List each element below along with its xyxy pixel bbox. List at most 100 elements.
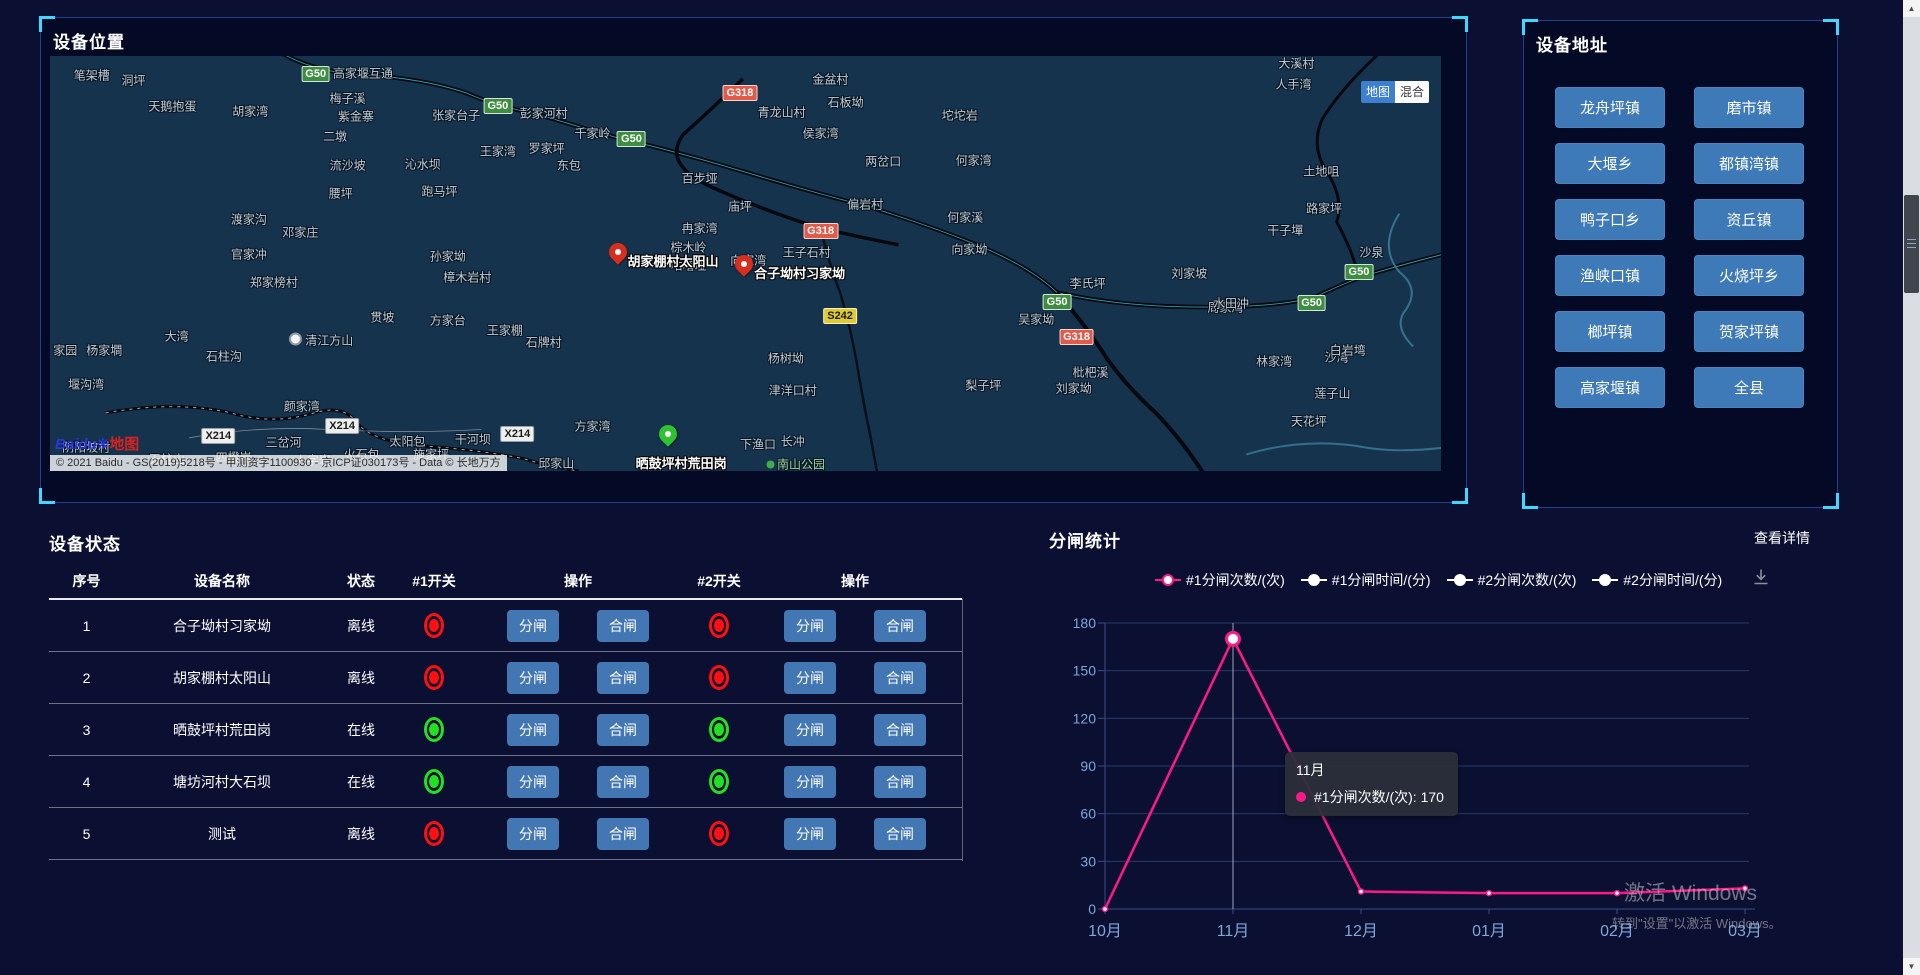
- address-button[interactable]: 全县: [1694, 367, 1804, 408]
- address-button[interactable]: 贺家坪镇: [1694, 311, 1804, 352]
- map-place-label: 人手湾: [1276, 75, 1312, 92]
- map-type-control: 地图 混合: [1361, 81, 1429, 103]
- legend-dot: [1162, 574, 1174, 586]
- close-switch-button[interactable]: 合闸: [874, 818, 926, 850]
- address-button[interactable]: 龙舟坪镇: [1555, 87, 1665, 128]
- address-button[interactable]: 都镇湾镇: [1694, 143, 1804, 184]
- scrollbar-thumb[interactable]: [1904, 195, 1919, 293]
- table-row: 4塘坊河村大石坝在线分闸合闸分闸合闸: [49, 756, 962, 808]
- address-button[interactable]: 榔坪镇: [1555, 311, 1665, 352]
- switch1-ops-cell: 分闸 合闸: [466, 610, 690, 642]
- legend-item[interactable]: #2分闸时间/(分): [1592, 570, 1722, 590]
- address-button[interactable]: 磨市镇: [1694, 87, 1804, 128]
- open-switch-button[interactable]: 分闸: [507, 766, 559, 798]
- map-place-label: 刘家坡: [1171, 265, 1207, 282]
- open-switch-button[interactable]: 分闸: [784, 714, 836, 746]
- scrollbar-up-arrow[interactable]: ▲: [1903, 0, 1920, 17]
- map-place-label: 笔架槽: [74, 67, 110, 84]
- map-type-button-hybrid[interactable]: 混合: [1395, 81, 1429, 103]
- map-place-label: 大溪村: [1278, 56, 1314, 72]
- map-place-label: 渡家沟: [231, 211, 267, 228]
- map-place-label: 林家湾: [1256, 353, 1292, 370]
- map-place-label: 颜家湾: [284, 397, 320, 414]
- open-switch-button[interactable]: 分闸: [507, 818, 559, 850]
- open-switch-button[interactable]: 分闸: [784, 662, 836, 694]
- close-switch-button[interactable]: 合闸: [874, 714, 926, 746]
- legend-item[interactable]: #1分闸次数/(次): [1155, 570, 1285, 590]
- open-switch-button[interactable]: 分闸: [507, 662, 559, 694]
- close-switch-button[interactable]: 合闸: [597, 662, 649, 694]
- table-row: 3晒鼓坪村荒田岗在线分闸合闸分闸合闸: [49, 704, 962, 756]
- download-icon[interactable]: [1751, 567, 1771, 592]
- map-place-label: 莲子山: [1314, 384, 1350, 401]
- map-place-label: 坨坨岩: [942, 106, 978, 123]
- map-place-label: 梅子溪: [330, 89, 366, 106]
- map-place-label: 胡家湾: [232, 102, 268, 119]
- close-switch-button[interactable]: 合闸: [874, 662, 926, 694]
- page-scrollbar[interactable]: ▲ ▼: [1903, 0, 1920, 975]
- open-switch-button[interactable]: 分闸: [784, 766, 836, 798]
- map-place-label: 孙家坳: [430, 248, 466, 265]
- svg-text:90: 90: [1080, 758, 1096, 774]
- map-canvas[interactable]: 笔架槽洞坪G50高家堰互通梅子溪天鹅抱蛋胡家湾紫金寨二墩张家台子G50彭家河村千…: [50, 56, 1441, 471]
- table-row: 1合子坳村习家坳离线分闸合闸分闸合闸: [49, 600, 962, 652]
- open-switch-button[interactable]: 分闸: [507, 610, 559, 642]
- device-name-cell: 晒鼓坪村荒田岗: [124, 720, 320, 740]
- view-details-link[interactable]: 查看详情: [1754, 528, 1810, 548]
- scrollbar-down-arrow[interactable]: ▼: [1903, 958, 1920, 975]
- svg-text:12月: 12月: [1344, 923, 1378, 940]
- device-marker-pin[interactable]: [734, 254, 754, 281]
- device-marker-label: 晒鼓坪村荒田岗: [636, 453, 727, 471]
- chart-tooltip: 11月 #1分闸次数/(次): 170: [1285, 752, 1458, 816]
- switch2-cell: [690, 821, 748, 846]
- close-switch-button[interactable]: 合闸: [874, 610, 926, 642]
- close-switch-button[interactable]: 合闸: [597, 818, 649, 850]
- device-name-cell: 塘坊河村大石坝: [124, 772, 320, 792]
- close-switch-button[interactable]: 合闸: [597, 714, 649, 746]
- row-index-cell: 1: [49, 618, 124, 634]
- map-place-label: 吴家坳: [1018, 311, 1054, 328]
- legend-dot: [1308, 574, 1320, 586]
- map-place-label: 三岔河: [266, 433, 302, 450]
- map-place-label: 家园: [53, 341, 77, 358]
- corner-decoration: [1522, 493, 1538, 509]
- map-place-label: 向家坳: [951, 240, 987, 257]
- legend-item[interactable]: #1分闸时间/(分): [1301, 570, 1431, 590]
- address-button[interactable]: 火烧坪乡: [1694, 255, 1804, 296]
- map-place-label: 沁水坝: [405, 155, 441, 172]
- address-button[interactable]: 资丘镇: [1694, 199, 1804, 240]
- map-place-label: 李氏坪: [1070, 275, 1106, 292]
- road-shield-label: X214: [501, 426, 535, 442]
- device-marker-pin[interactable]: [658, 424, 678, 451]
- legend-item[interactable]: #2分闸次数/(次): [1447, 570, 1577, 590]
- switch2-ops-cell: 分闸 合闸: [748, 610, 962, 642]
- road-shield-label: G50: [1345, 264, 1374, 280]
- close-switch-button[interactable]: 合闸: [597, 610, 649, 642]
- table-header-cell: #1开关: [402, 571, 466, 591]
- address-button[interactable]: 渔峡口镇: [1555, 255, 1665, 296]
- switch2-ops-cell: 分闸 合闸: [748, 766, 962, 798]
- address-button[interactable]: 大堰乡: [1555, 143, 1665, 184]
- open-switch-button[interactable]: 分闸: [784, 610, 836, 642]
- pin-icon: [605, 239, 630, 264]
- windows-activation-watermark: 激活 Windows 转到"设置"以激活 Windows。: [1612, 877, 1782, 932]
- row-index-cell: 2: [49, 670, 124, 686]
- address-button[interactable]: 高家堰镇: [1555, 367, 1665, 408]
- address-button[interactable]: 鸭子口乡: [1555, 199, 1665, 240]
- switch1-indicator: [424, 769, 444, 794]
- legend-marker-icon: [1301, 574, 1327, 586]
- device-marker-pin[interactable]: [608, 242, 628, 269]
- road-shield-label: G318: [1059, 329, 1094, 345]
- open-switch-button[interactable]: 分闸: [784, 818, 836, 850]
- map-place-label: 下渔口: [740, 436, 776, 453]
- legend-label: #2分闸次数/(次): [1478, 570, 1577, 590]
- switch2-indicator: [709, 717, 729, 742]
- map-type-button-map[interactable]: 地图: [1361, 81, 1395, 103]
- open-switch-button[interactable]: 分闸: [507, 714, 559, 746]
- map-place-label: 庙坪: [728, 197, 752, 214]
- close-switch-button[interactable]: 合闸: [597, 766, 649, 798]
- switch2-cell: [690, 665, 748, 690]
- switch2-ops-cell: 分闸 合闸: [748, 662, 962, 694]
- close-switch-button[interactable]: 合闸: [874, 766, 926, 798]
- pin-icon: [731, 251, 756, 276]
